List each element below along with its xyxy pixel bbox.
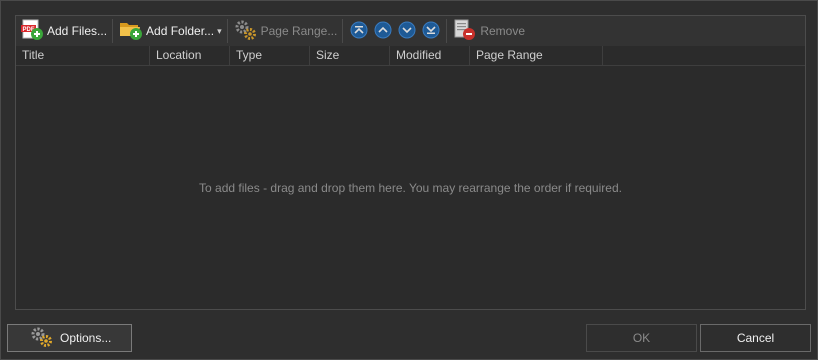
move-to-top-icon	[350, 21, 368, 42]
chevron-down-icon[interactable]: ▾	[217, 26, 222, 37]
options-label: Options...	[60, 331, 112, 345]
toolbar-separator	[446, 19, 448, 43]
add-folder-label: Add Folder...	[146, 24, 215, 38]
move-down-button[interactable]	[398, 21, 416, 42]
remove-label: Remove	[480, 24, 526, 38]
combine-files-dialog: PDF Add Files... Add Folder... ▾ Page Ra…	[0, 0, 818, 360]
move-to-bottom-button[interactable]	[422, 21, 440, 42]
ok-button[interactable]: OK	[586, 324, 697, 352]
remove-button[interactable]: Remove	[451, 18, 528, 44]
toolbar-separator	[112, 19, 114, 43]
add-files-label: Add Files...	[47, 24, 108, 38]
page-range-button[interactable]: Page Range...	[232, 18, 341, 44]
file-list-header: Title Location Type Size Modified Page R…	[16, 46, 805, 66]
options-button[interactable]: Options...	[7, 324, 132, 352]
toolbar-separator	[226, 19, 228, 43]
column-header-page-range[interactable]: Page Range	[470, 46, 603, 65]
gears-icon	[234, 19, 258, 44]
gears-icon	[30, 326, 54, 351]
add-files-button[interactable]: PDF Add Files...	[18, 18, 110, 44]
pdf-add-icon: PDF	[20, 19, 44, 44]
toolbar-separator	[342, 19, 344, 43]
column-header-type[interactable]: Type	[230, 46, 310, 65]
column-header-modified[interactable]: Modified	[390, 46, 470, 65]
empty-list-message: To add files - drag and drop them here. …	[199, 181, 622, 195]
file-list-panel: PDF Add Files... Add Folder... ▾ Page Ra…	[15, 15, 806, 310]
column-header-size[interactable]: Size	[310, 46, 390, 65]
add-folder-button[interactable]: Add Folder... ▾	[117, 18, 225, 44]
column-header-title[interactable]: Title	[16, 46, 150, 65]
move-up-button[interactable]	[374, 21, 392, 42]
move-to-top-button[interactable]	[350, 21, 368, 42]
move-up-icon	[374, 21, 392, 42]
column-header-location[interactable]: Location	[150, 46, 230, 65]
remove-document-icon	[453, 19, 477, 44]
page-range-label: Page Range...	[260, 24, 338, 38]
cancel-button[interactable]: Cancel	[700, 324, 811, 352]
toolbar: PDF Add Files... Add Folder... ▾ Page Ra…	[16, 16, 805, 46]
folder-add-icon	[119, 19, 143, 44]
move-to-bottom-icon	[422, 21, 440, 42]
move-down-icon	[398, 21, 416, 42]
